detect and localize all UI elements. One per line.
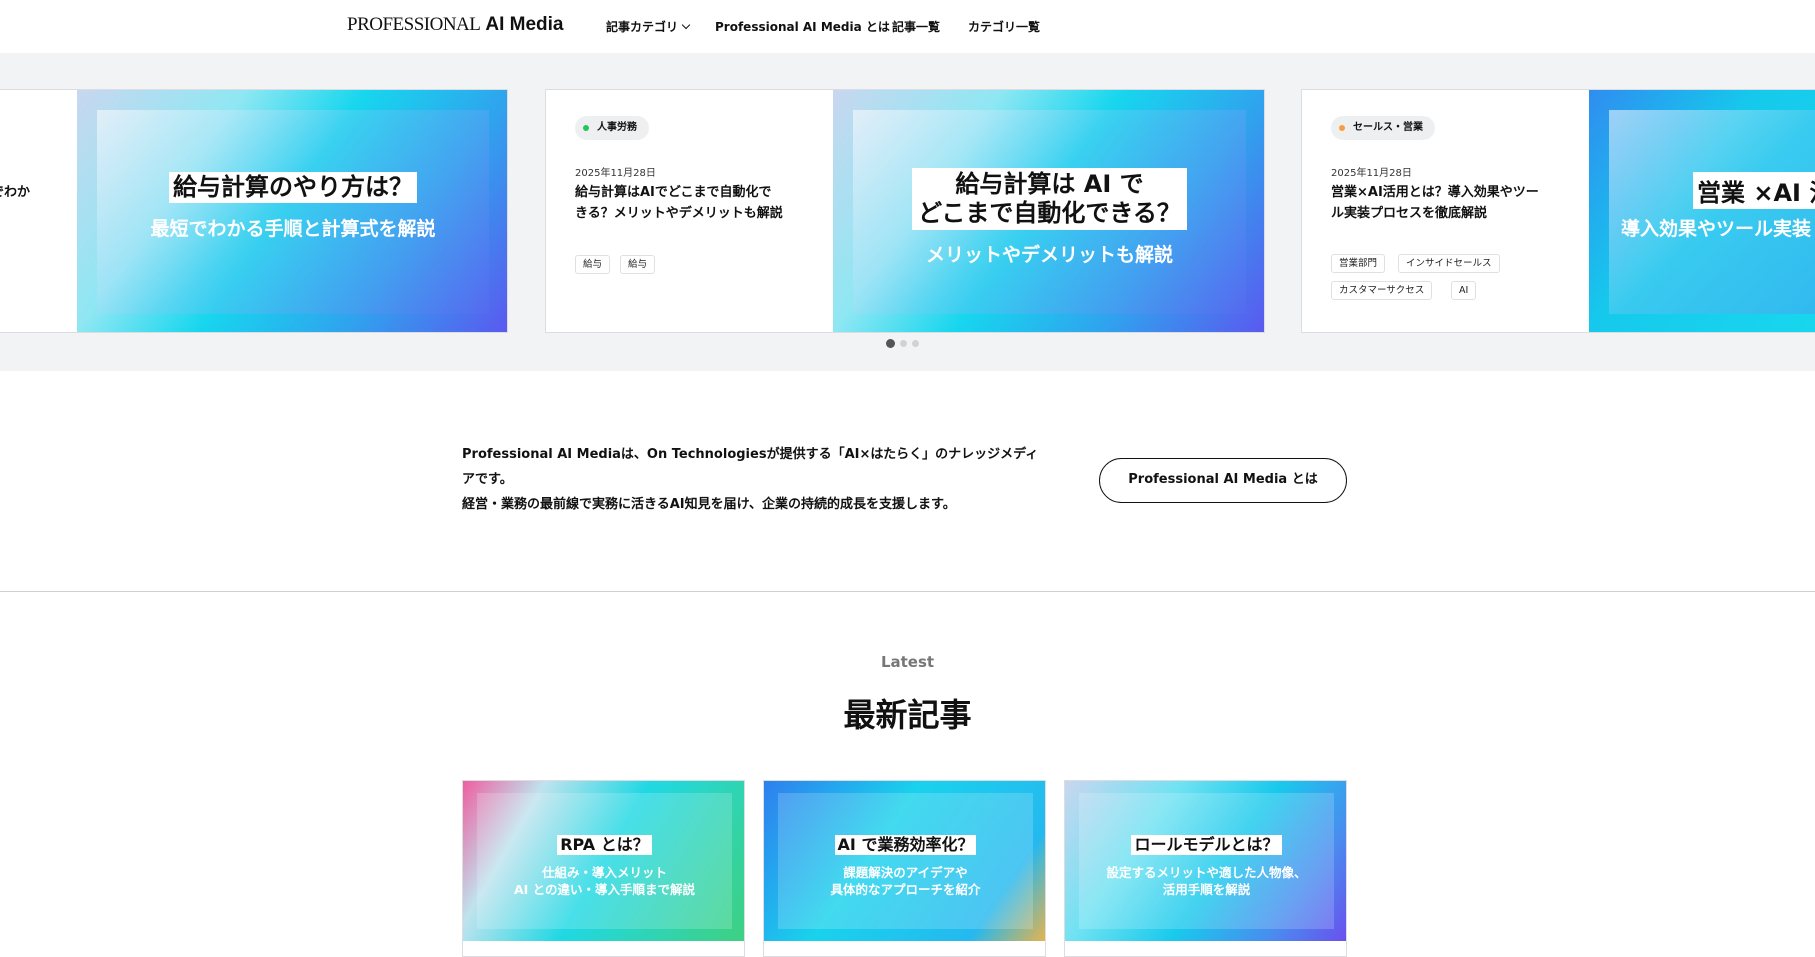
article-title: 営業×AI活用とは？導入効果やツー ル実装プロセスを徹底解説 <box>1331 185 1539 221</box>
about-description: Professional AI Mediaは、On Technologiesが提… <box>462 447 1039 512</box>
thumb-title: 給与計算のやり方は？ <box>169 172 417 203</box>
badge-dot-icon <box>583 125 589 131</box>
carousel-card-left[interactable]: でわか 給与計算のやり方は？ 最短でわかる手順と計算式を解説 <box>0 89 508 333</box>
thumb-title: RPA とは？ <box>557 835 652 855</box>
article-date: 2025年11月28日 <box>1331 168 1412 179</box>
article-date: 2025年11月28日 <box>575 168 656 179</box>
card-thumbnail: ロールモデルとは？ 設定するメリットや適した人物像、 活用手順を解説 <box>1065 781 1346 941</box>
card-thumbnail: RPA とは？ 仕組み・導入メリット AI との違い・導入手順まで解説 <box>463 781 744 941</box>
thumb-subtitle: 課題解決のアイデアや 具体的なアプローチを紹介 <box>830 865 981 897</box>
latest-card[interactable]: RPA とは？ 仕組み・導入メリット AI との違い・導入手順まで解説 <box>462 780 745 957</box>
nav-about[interactable]: Professional AI Media とは <box>715 18 890 36</box>
latest-label: Latest <box>880 653 935 671</box>
article-tag[interactable]: 営業部門 <box>1331 254 1386 273</box>
site-logo[interactable]: PROFESSIONAL AI Media <box>347 14 564 38</box>
badge-dot-icon <box>1339 125 1345 131</box>
article-title: 給与計算はAIでどこまで自動化で きる？メリットやデメリットも解説 <box>575 185 783 221</box>
article-tag[interactable]: 給与 <box>575 255 611 274</box>
thumb-subtitle: 最短でわかる手順と計算式を解説 <box>150 218 436 240</box>
nav-categories[interactable]: 記事カテゴリ <box>606 18 691 36</box>
thumb-title: どこまで自動化できる？ <box>918 198 1181 227</box>
article-tag[interactable]: カスタマーサクセス <box>1331 281 1433 300</box>
article-tag[interactable]: AI <box>1451 281 1477 300</box>
carousel-pagination <box>886 339 919 348</box>
thumb-title: AI で業務効率化？ <box>834 835 977 855</box>
category-badge[interactable]: セールス・営業 <box>1331 116 1435 140</box>
thumb-subtitle: 導入効果やツール実装 <box>1621 218 1812 240</box>
pagination-dot[interactable] <box>912 340 919 347</box>
latest-card[interactable]: AI で業務効率化？ 課題解決のアイデアや 具体的なアプローチを紹介 <box>763 780 1046 957</box>
card-thumbnail: 給与計算のやり方は？ 最短でわかる手順と計算式を解説 <box>77 90 507 332</box>
about-button[interactable]: Professional AI Media とは <box>1099 458 1347 503</box>
featured-carousel: でわか 給与計算のやり方は？ 最短でわかる手順と計算式を解説 人事労務 2025… <box>0 53 1815 371</box>
pagination-dot[interactable] <box>900 340 907 347</box>
article-tag[interactable]: 給与 <box>620 255 656 274</box>
thumb-title: 営業 ×AI 活 <box>1693 172 1815 209</box>
thumb-subtitle: 設定するメリットや適した人物像、 活用手順を解説 <box>1106 865 1307 897</box>
nav-category-list[interactable]: カテゴリ一覧 <box>968 18 1040 36</box>
card-title: でわか <box>0 185 31 200</box>
category-badge[interactable]: 人事労務 <box>575 116 649 140</box>
carousel-card-center[interactable]: 人事労務 2025年11月28日 給与計算はAIでどこまで自動化で きる？メリッ… <box>545 89 1265 333</box>
latest-card[interactable]: ロールモデルとは？ 設定するメリットや適した人物像、 活用手順を解説 <box>1064 780 1347 957</box>
latest-title: 最新記事 <box>843 696 972 734</box>
nav-articles[interactable]: 記事一覧 <box>892 18 940 36</box>
section-divider <box>0 591 1815 592</box>
chevron-down-icon <box>681 20 691 30</box>
card-thumbnail: 給与計算は AI で どこまで自動化できる？ メリットやデメリットも解説 <box>833 90 1264 332</box>
card-thumbnail: AI で業務効率化？ 課題解決のアイデアや 具体的なアプローチを紹介 <box>764 781 1045 941</box>
thumb-title: ロールモデルとは？ <box>1131 835 1282 855</box>
thumb-subtitle: 仕組み・導入メリット AI との違い・導入手順まで解説 <box>513 865 696 897</box>
card-thumbnail: 営業 ×AI 活 導入効果やツール実装 <box>1589 90 1815 332</box>
article-tag[interactable]: インサイドセールス <box>1398 254 1500 273</box>
thumb-title: 給与計算は AI で <box>955 170 1144 198</box>
pagination-dot[interactable] <box>886 339 895 348</box>
carousel-card-right[interactable]: セールス・営業 2025年11月28日 営業×AI活用とは？導入効果やツー ル実… <box>1301 89 1815 333</box>
site-header: PROFESSIONAL AI Media 記事カテゴリ Professiona… <box>0 0 1815 53</box>
thumb-subtitle: メリットやデメリットも解説 <box>925 244 1173 266</box>
